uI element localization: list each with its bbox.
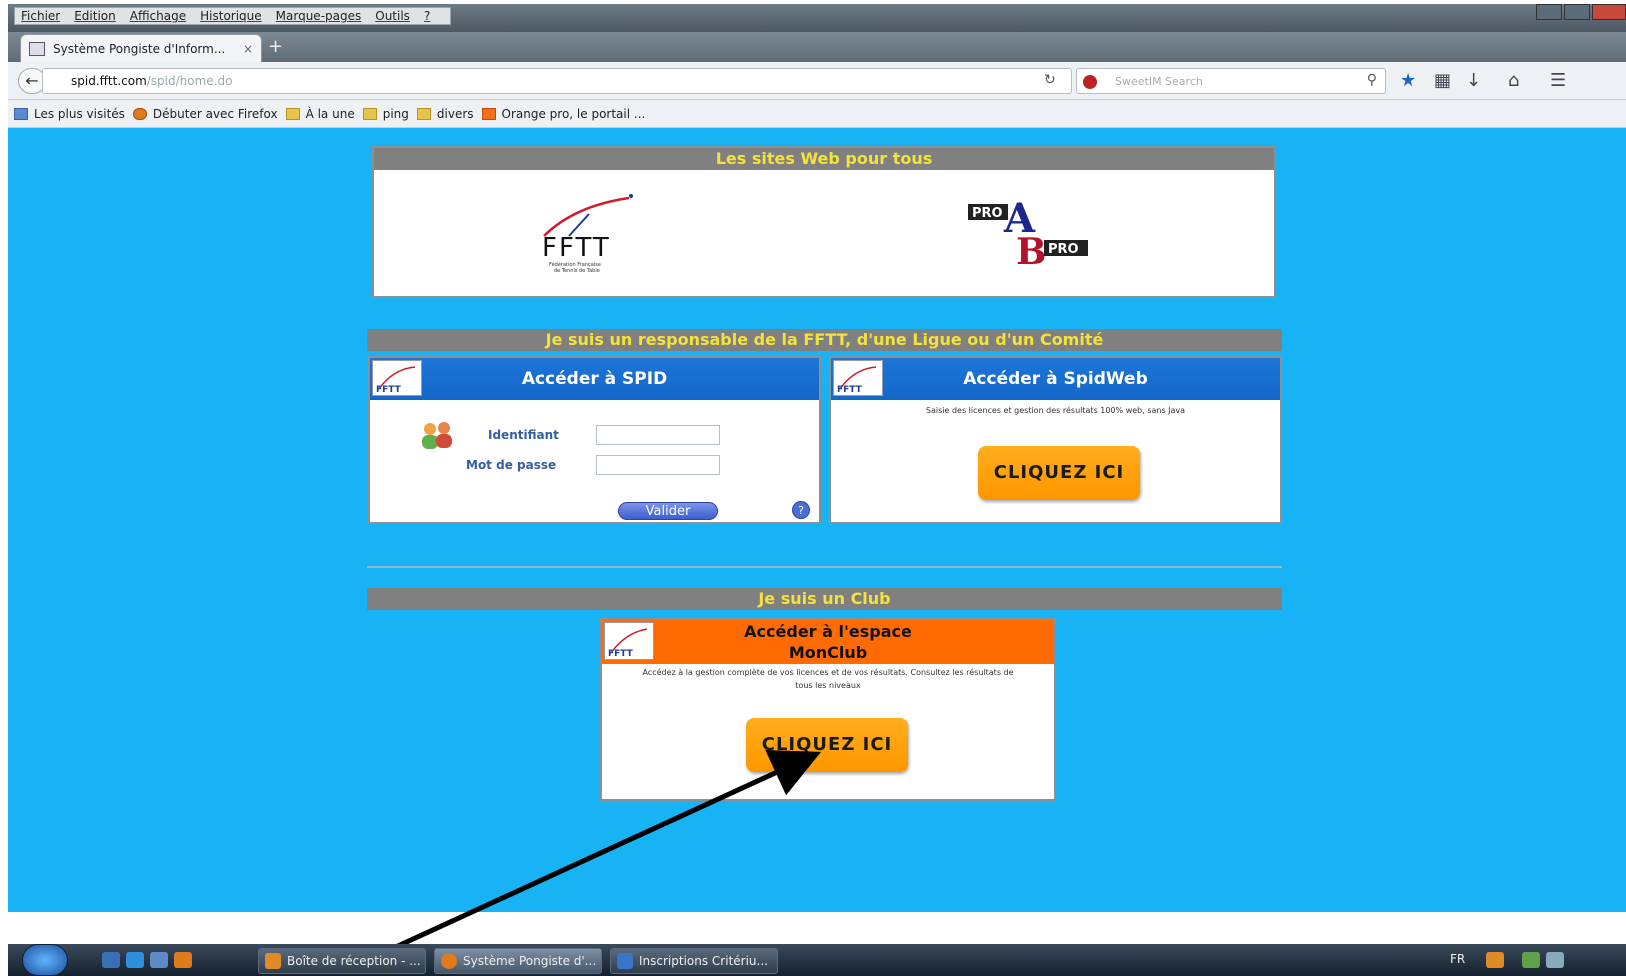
tray-app-icon[interactable] (1486, 952, 1504, 968)
volume-icon[interactable] (1546, 952, 1564, 968)
language-indicator[interactable]: FR (1450, 952, 1465, 966)
mail-icon (265, 953, 281, 969)
taskbar-label: Inscriptions Critériu... (639, 954, 768, 968)
taskbar (8, 944, 1626, 976)
start-button[interactable] (22, 944, 68, 976)
firefox-icon[interactable] (174, 952, 192, 968)
explorer-icon[interactable] (150, 952, 168, 968)
document-icon (617, 953, 633, 969)
taskbar-mail-button[interactable]: Boîte de réception - ... (258, 948, 426, 974)
firefox-icon (441, 953, 457, 969)
internet-explorer-icon[interactable] (126, 952, 144, 968)
taskbar-document-button[interactable]: Inscriptions Critériu... (610, 948, 778, 974)
show-desktop-icon[interactable] (102, 952, 120, 968)
taskbar-label: Système Pongiste d'... (463, 954, 597, 968)
network-icon[interactable] (1522, 952, 1540, 968)
taskbar-label: Boîte de réception - ... (287, 954, 421, 968)
annotation-arrow-icon (348, 749, 822, 971)
taskbar-firefox-button[interactable]: Système Pongiste d'... (434, 948, 602, 974)
